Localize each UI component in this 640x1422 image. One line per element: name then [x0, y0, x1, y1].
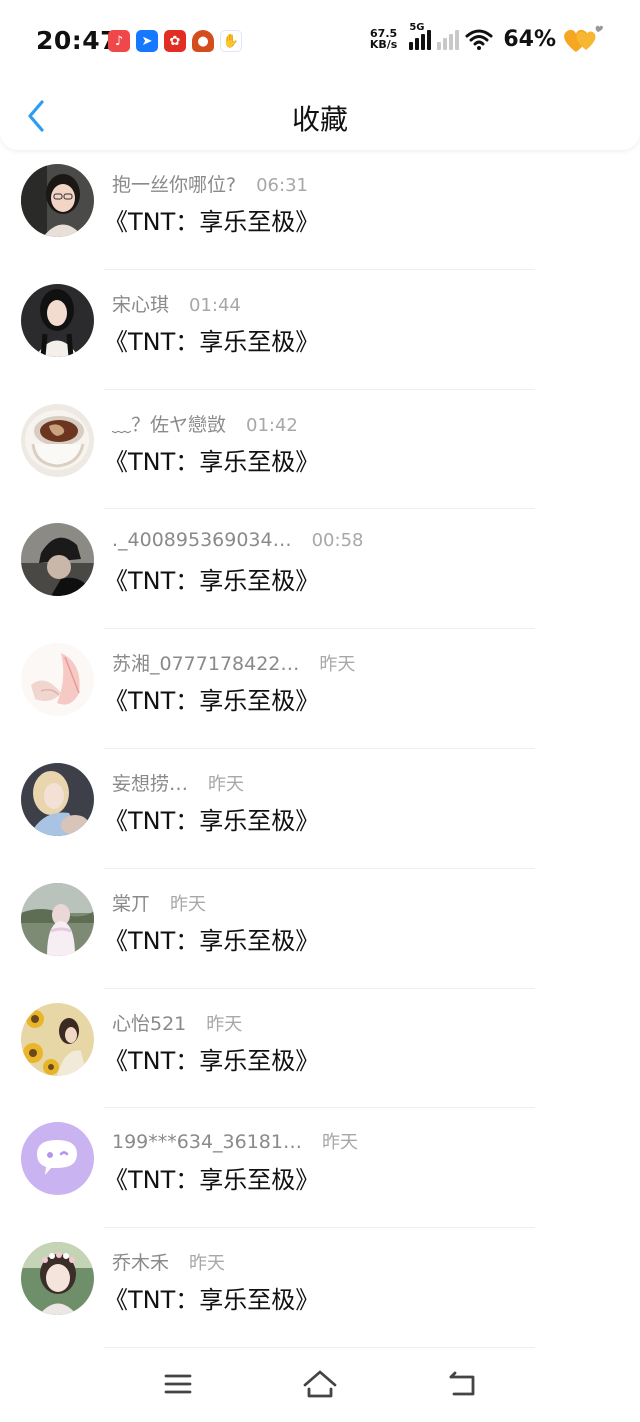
list-item[interactable]: ._400895369034… 00:58 《TNT：享乐至极》 — [0, 509, 640, 630]
sender-name: 棠丌 — [112, 892, 151, 915]
timestamp: 昨天 — [321, 1132, 358, 1154]
list-item[interactable]: 心怡521 昨天 《TNT：享乐至极》 — [0, 989, 640, 1109]
list-item[interactable]: 宋心琪 01:44 《TNT：享乐至极》 — [0, 270, 640, 390]
back-icon — [449, 1371, 475, 1396]
status-time: 20:47 — [36, 26, 119, 55]
signal-strength-2-icon — [437, 28, 460, 50]
music-app-icon: ♪ — [108, 30, 130, 52]
list-item[interactable]: 棠丌 昨天 《TNT：享乐至极》 — [0, 869, 640, 989]
list-item[interactable]: 乔木禾 昨天 《TNT：享乐至极》 — [0, 1228, 640, 1348]
favorites-list: 抱一丝你哪位? 06:31 《TNT：享乐至极》 宋心琪 01:44 《TNT：… — [0, 150, 640, 1348]
avatar[interactable] — [21, 164, 94, 237]
baidu-app-icon: ✋ — [220, 30, 242, 52]
status-bar: 20:47 ♪ ➤ ✿ ● ✋ 67.5 KB/s 5G 64% — [0, 0, 640, 84]
menu-icon — [164, 1374, 192, 1394]
hearts-icon — [564, 25, 603, 52]
timestamp: 昨天 — [189, 1253, 226, 1275]
timestamp: 昨天 — [170, 893, 207, 915]
home-button[interactable] — [300, 1368, 340, 1400]
timestamp: 昨天 — [208, 773, 245, 795]
wifi-icon — [465, 29, 493, 50]
avatar[interactable] — [21, 1122, 94, 1196]
sender-name: 心怡521 — [112, 1012, 187, 1035]
signal-strength-icon: 5G — [409, 22, 432, 50]
avatar[interactable] — [21, 523, 94, 597]
home-icon — [303, 1370, 337, 1398]
favorite-content: 《TNT：享乐至极》 — [104, 327, 320, 356]
battery-percentage: 64% — [503, 26, 556, 52]
timestamp: 06:31 — [256, 175, 308, 196]
sender-name: 宋心琪 — [112, 293, 170, 316]
menu-button[interactable] — [158, 1368, 198, 1400]
avatar[interactable] — [21, 882, 94, 956]
avatar[interactable] — [21, 1002, 94, 1076]
sender-name: ._400895369034… — [112, 529, 292, 552]
sender-name: 妄想捞… — [112, 772, 189, 795]
avatar[interactable] — [21, 762, 94, 836]
sender-name: 苏湘_0777178422… — [112, 653, 300, 676]
avatar[interactable] — [21, 1242, 94, 1316]
page-title: 收藏 — [291, 103, 348, 136]
favorite-content: 《TNT：享乐至极》 — [104, 926, 320, 955]
favorite-content: 《TNT：享乐至极》 — [104, 1046, 320, 1075]
favorite-content: 《TNT：享乐至极》 — [104, 447, 320, 476]
feishu-app-icon: ➤ — [136, 30, 158, 52]
network-speed: 67.5 KB/s — [369, 27, 398, 51]
list-item[interactable]: 199***634_36181… 昨天 《TNT：享乐至极》 — [0, 1108, 640, 1229]
system-nav-bar — [0, 1346, 640, 1422]
favorite-content: 《TNT：享乐至极》 — [104, 806, 320, 835]
timestamp: 01:44 — [189, 294, 241, 316]
app-header: 收藏 — [0, 84, 640, 150]
list-item[interactable]: 妄想捞… 昨天 《TNT：享乐至极》 — [0, 749, 640, 869]
sender-name: 199***634_36181… — [112, 1131, 302, 1154]
sender-name: 乔木禾 — [112, 1252, 170, 1275]
favorite-content: 《TNT：享乐至极》 — [104, 687, 320, 716]
favorite-content: 《TNT：享乐至极》 — [104, 208, 320, 236]
game-app-icon: ● — [192, 30, 214, 52]
list-item[interactable]: 苏湘_0777178422… 昨天 《TNT：享乐至极》 — [0, 629, 640, 749]
timestamp: 昨天 — [206, 1013, 243, 1035]
favorite-content: 《TNT：享乐至极》 — [104, 567, 320, 596]
sender-name: 抱一丝你哪位? — [112, 174, 237, 196]
avatar[interactable] — [21, 643, 94, 717]
sender-name: ﹏？佐ヤ戀敳 — [112, 413, 227, 436]
notification-icons: ♪ ➤ ✿ ● ✋ — [108, 30, 242, 52]
timestamp: 昨天 — [319, 654, 356, 676]
timestamp: 01:42 — [246, 414, 298, 436]
favorite-content: 《TNT：享乐至极》 — [104, 1286, 320, 1315]
pdd-app-icon: ✿ — [164, 30, 186, 52]
back-nav-button[interactable] — [442, 1368, 482, 1400]
avatar[interactable] — [21, 283, 94, 357]
avatar[interactable] — [21, 403, 94, 477]
favorite-content: 《TNT：享乐至极》 — [104, 1166, 320, 1195]
timestamp: 00:58 — [311, 530, 364, 552]
list-item[interactable]: 抱一丝你哪位? 06:31 《TNT：享乐至极》 — [0, 150, 640, 270]
list-item[interactable]: ﹏？佐ヤ戀敳 01:42 《TNT：享乐至极》 — [0, 390, 640, 510]
